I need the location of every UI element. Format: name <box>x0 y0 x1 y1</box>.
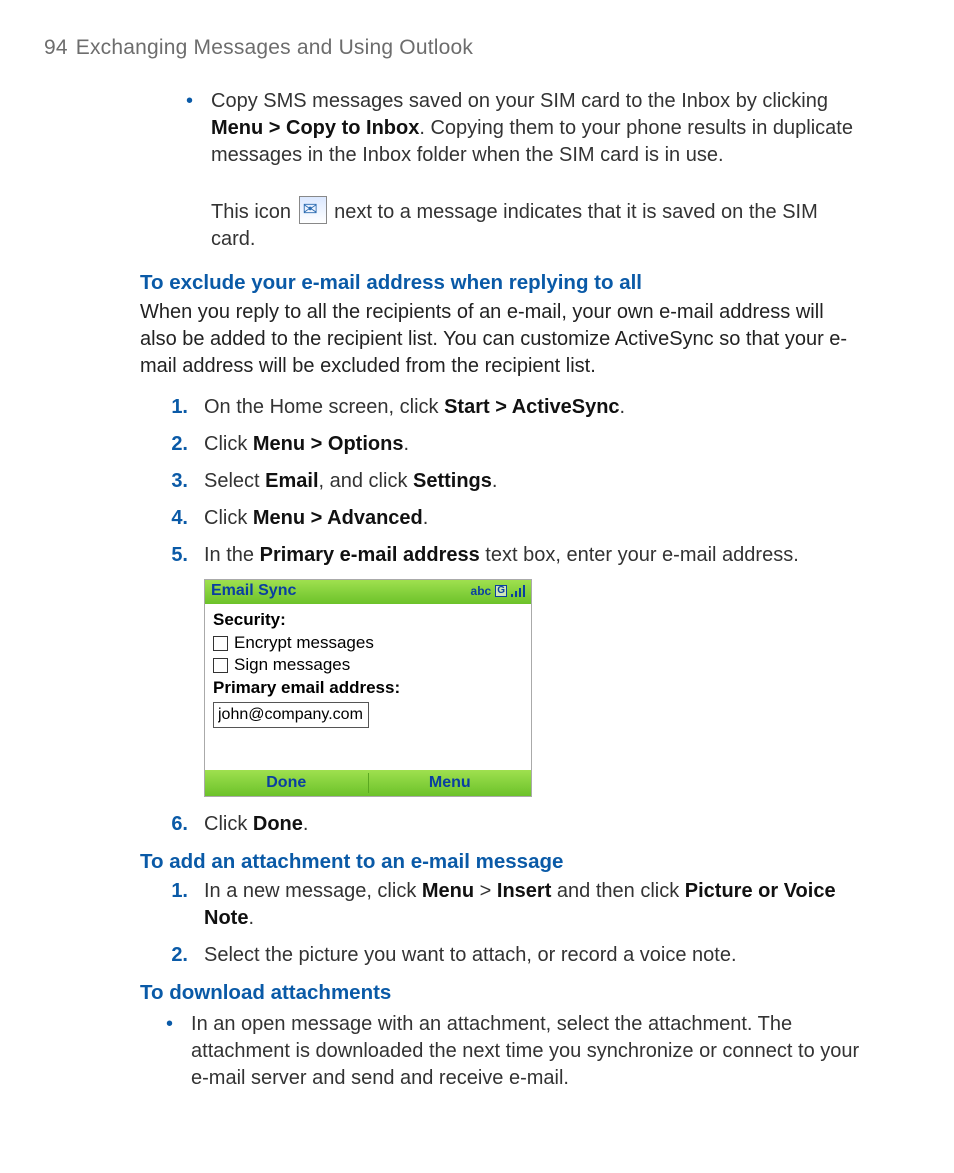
phone-title-text: Email Sync <box>211 582 296 600</box>
primary-email-input[interactable] <box>213 702 369 728</box>
list-item: 4. Click Menu > Advanced. <box>166 505 864 532</box>
step-number: 3. <box>166 468 188 495</box>
page-header: 94 Exchanging Messages and Using Outlook <box>44 36 864 60</box>
list-item: 3. Select Email, and click Settings. <box>166 468 864 495</box>
softkey-done[interactable]: Done <box>205 770 368 796</box>
security-label: Security: <box>207 608 529 632</box>
step-number: 6. <box>166 811 188 838</box>
phone-titlebar: Email Sync abc G <box>205 580 531 604</box>
phone-status-icons: abc G <box>471 584 525 598</box>
list-item: 2. Click Menu > Options. <box>166 431 864 458</box>
list-item: • Copy SMS messages saved on your SIM ca… <box>186 88 864 253</box>
checkbox-icon[interactable] <box>213 636 228 651</box>
chapter-title: Exchanging Messages and Using Outlook <box>76 36 473 59</box>
exclude-steps: 1. On the Home screen, click Start > Act… <box>166 394 864 569</box>
step-number: 4. <box>166 505 188 532</box>
step-number: 2. <box>166 942 188 969</box>
bullet-text: In an open message with an attachment, s… <box>191 1011 864 1092</box>
list-item: 2. Select the picture you want to attach… <box>166 942 864 969</box>
phone-softkeys: Done Menu <box>205 770 531 796</box>
step-number: 1. <box>166 394 188 421</box>
menu-path-bold: Menu > Copy to Inbox <box>211 117 419 139</box>
network-g-icon: G <box>495 585 507 597</box>
bullet-icon: • <box>186 88 193 253</box>
encrypt-label: Encrypt messages <box>234 633 374 653</box>
exclude-step6: 6. Click Done. <box>166 811 864 838</box>
icon-line-pre: This icon <box>211 201 297 223</box>
step-number: 5. <box>166 542 188 569</box>
sms-copy-bullets: • Copy SMS messages saved on your SIM ca… <box>186 88 864 253</box>
list-item: • In an open message with an attachment,… <box>166 1011 864 1092</box>
primary-email-label: Primary email address: <box>207 676 529 700</box>
step-number: 2. <box>166 431 188 458</box>
download-bullets: • In an open message with an attachment,… <box>166 1011 864 1092</box>
encrypt-checkbox-row[interactable]: Encrypt messages <box>207 632 529 654</box>
phone-screenshot: Email Sync abc G Security: Encrypt messa… <box>204 579 532 797</box>
list-item: 6. Click Done. <box>166 811 864 838</box>
step-number: 1. <box>166 878 188 932</box>
section-paragraph: When you reply to all the recipients of … <box>140 299 864 380</box>
section-heading-download: To download attachments <box>140 981 864 1005</box>
section-heading-attach: To add an attachment to an e-mail messag… <box>140 850 864 874</box>
bullet-icon: • <box>166 1011 173 1092</box>
input-mode-icon: abc <box>471 584 492 598</box>
document-page: 94Exchanging Messages and Using Outlook … <box>0 0 954 1173</box>
checkbox-icon[interactable] <box>213 658 228 673</box>
section-heading-exclude: To exclude your e-mail address when repl… <box>140 271 864 295</box>
list-item: 1. On the Home screen, click Start > Act… <box>166 394 864 421</box>
sign-label: Sign messages <box>234 655 350 675</box>
list-item: 5. In the Primary e-mail address text bo… <box>166 542 864 569</box>
sim-message-icon <box>299 196 327 224</box>
bullet-text: Copy SMS messages saved on your SIM card… <box>211 88 864 253</box>
page-number: 94 <box>44 36 68 59</box>
list-item: 1. In a new message, click Menu > Insert… <box>166 878 864 932</box>
phone-body: Security: Encrypt messages Sign messages… <box>205 604 531 770</box>
attach-steps: 1. In a new message, click Menu > Insert… <box>166 878 864 969</box>
signal-icon <box>511 585 525 597</box>
softkey-menu[interactable]: Menu <box>369 770 532 796</box>
sign-checkbox-row[interactable]: Sign messages <box>207 654 529 676</box>
